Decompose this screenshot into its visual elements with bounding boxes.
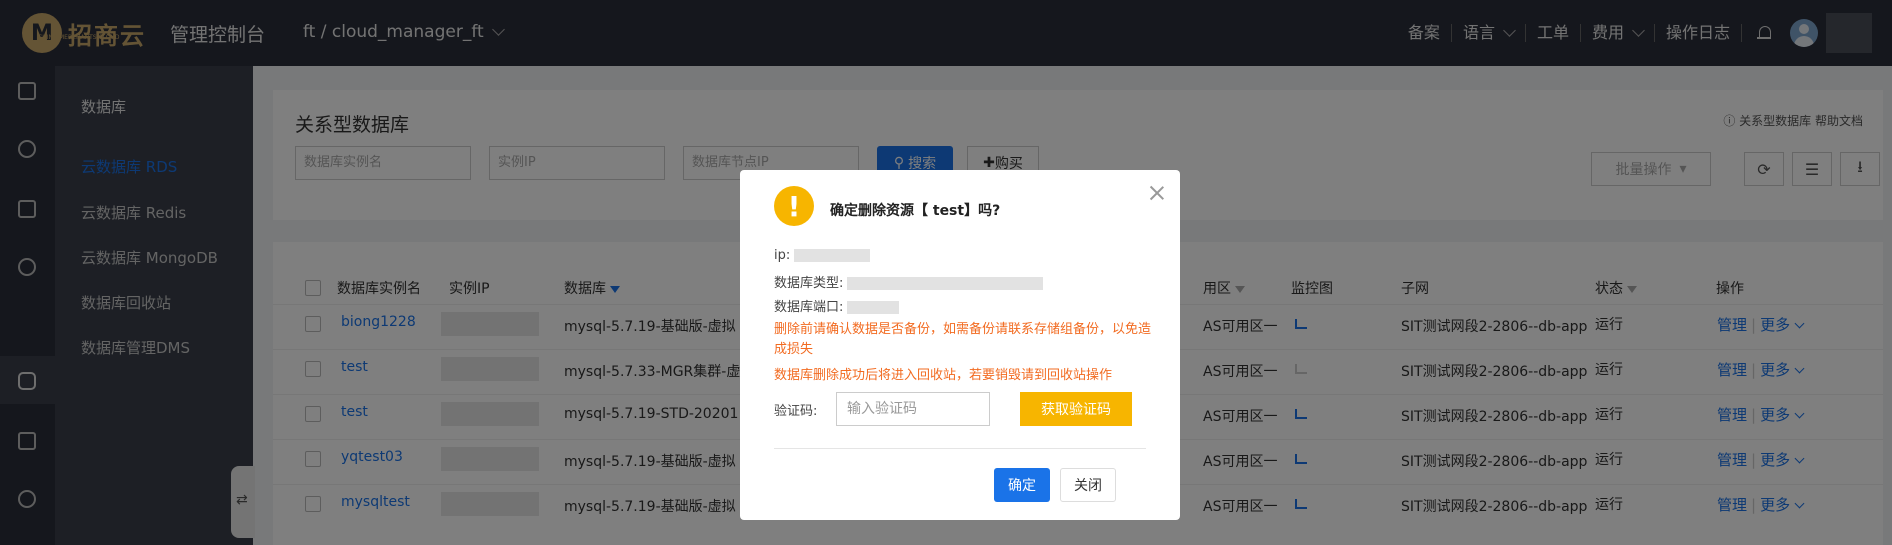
port-value-redacted (847, 301, 900, 314)
info-db-port: 数据库端口: (774, 296, 900, 315)
verification-code-input[interactable]: 输入验证码 (836, 392, 990, 426)
get-code-button[interactable]: 获取验证码 (1020, 392, 1132, 426)
code-label: 验证码: (774, 404, 818, 419)
delete-confirm-dialog: ! 确定删除资源【 test】吗? ip: 数据库类型: 数据库端口: 删除前请… (740, 170, 1180, 520)
info-ip: ip: (774, 248, 871, 263)
info-db-type: 数据库类型: (774, 272, 1044, 291)
warning-icon: ! (774, 186, 814, 226)
recycle-warning: 数据库删除成功后将进入回收站，若要销毁请到回收站操作 (774, 368, 1113, 383)
dialog-title: 确定删除资源【 test】吗? (830, 203, 1001, 219)
db-type-value-redacted (847, 277, 1044, 290)
dialog-divider (774, 448, 1146, 449)
close-button[interactable]: 关闭 (1060, 468, 1116, 502)
close-icon[interactable] (1148, 184, 1166, 202)
backup-warning: 删除前请确认数据是否备份，如需备份请联系存储组备份，以免造成损失 (774, 322, 1152, 357)
confirm-button[interactable]: 确定 (994, 468, 1050, 502)
ip-value-redacted (794, 249, 871, 262)
